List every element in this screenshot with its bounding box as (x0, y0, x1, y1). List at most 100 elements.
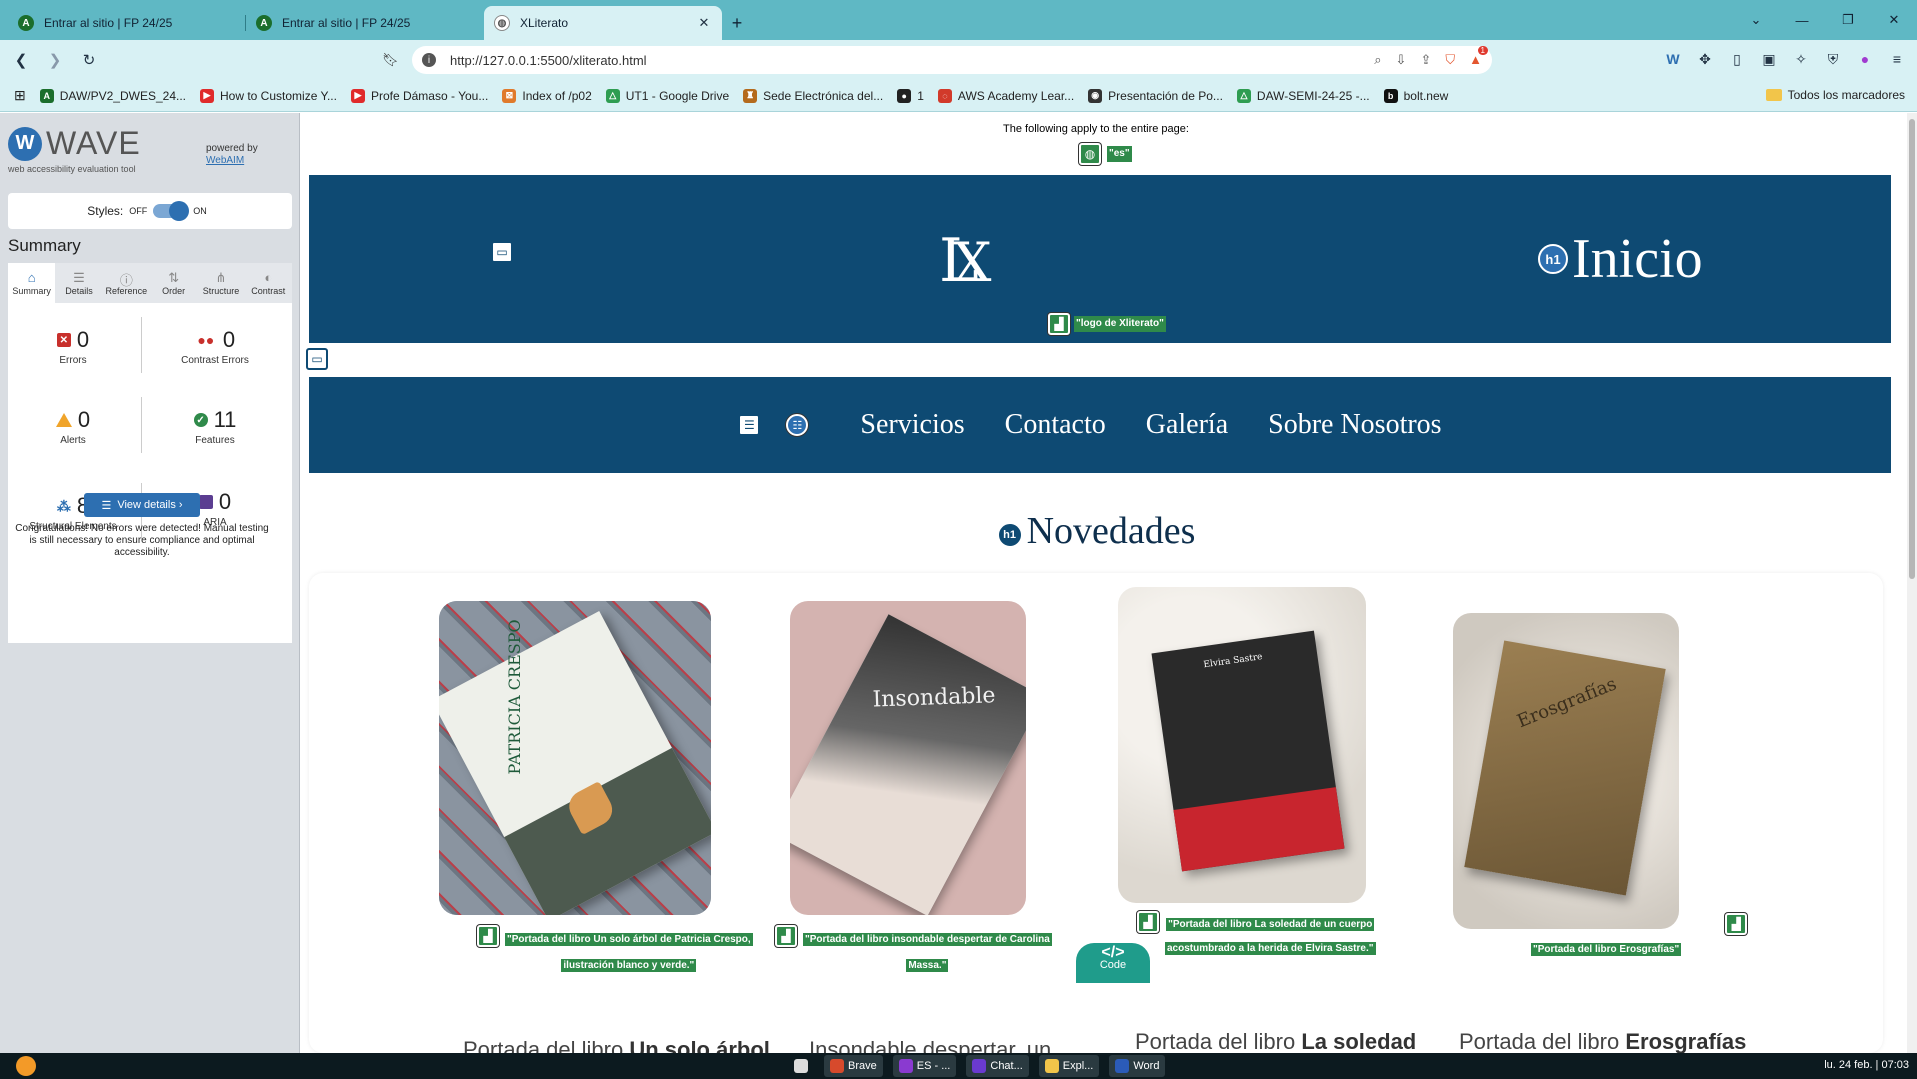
navigation-region-icon[interactable]: ☰ (738, 414, 761, 436)
zoom-icon[interactable]: ⌕ (1374, 52, 1381, 68)
image-icon[interactable]: ▟ (1137, 911, 1159, 933)
features-stat[interactable]: ✓ 11 Features (150, 407, 280, 446)
summary-heading: Summary (8, 236, 81, 255)
hero-title: Inicio (1572, 228, 1703, 290)
taskbar-explorer[interactable]: Expl... (1038, 1055, 1100, 1077)
brave-shield-icon[interactable]: ⛉ (1445, 52, 1455, 68)
tab-details[interactable]: ☰ Details (55, 263, 102, 303)
restore-icon[interactable]: ❐ (1825, 0, 1871, 40)
taskbar-es[interactable]: ES - ... (892, 1055, 957, 1077)
bookmark-item[interactable]: ▶ Profe Dámaso - You... (350, 88, 488, 103)
book-card-image: Insondable (790, 601, 1026, 915)
back-icon[interactable]: ❮ (8, 47, 34, 73)
language-icon[interactable]: ◍ (1079, 143, 1101, 165)
styles-toggle[interactable] (153, 201, 190, 221)
all-bookmarks-folder[interactable]: Todos los marcadores (1765, 88, 1905, 102)
alerts-stat[interactable]: 0 Alerts (8, 407, 138, 446)
wallet-icon[interactable]: ▣ (1759, 48, 1779, 70)
nav-link-sobre-nosotros[interactable]: Sobre Nosotros (1268, 409, 1441, 441)
close-window-icon[interactable]: ✕ (1871, 0, 1917, 40)
book-alt-text: "Portada del libro Erosgrafías" (1531, 943, 1682, 956)
powered-by-label: powered by (206, 143, 258, 154)
os-taskbar: Brave ES - ... Chat... Expl... Word lu. … (0, 1053, 1917, 1079)
taskbar-label: Brave (848, 1060, 877, 1072)
close-tab-icon[interactable]: ✕ (696, 15, 712, 31)
image-icon[interactable]: ▟ (1048, 313, 1070, 335)
header-region-icon[interactable]: ▭ (491, 241, 513, 263)
main-region-icon[interactable]: ▭ (306, 348, 328, 370)
tab-xliterato[interactable]: ◍ XLiterato ✕ (484, 6, 722, 40)
wave-extension-icon[interactable]: W (1663, 48, 1683, 70)
taskbar-word[interactable]: Word (1109, 1055, 1166, 1077)
unordered-list-icon[interactable]: ☷ (786, 414, 809, 436)
site-info-icon[interactable]: i (422, 53, 436, 67)
scrollbar-thumb[interactable] (1909, 119, 1915, 579)
vpn-icon[interactable]: ⛨ (1823, 48, 1843, 70)
taskbar-chat[interactable]: Chat... (966, 1055, 1029, 1077)
profile-avatar[interactable]: ● (1855, 48, 1875, 70)
view-details-button[interactable]: ☰ View details › (84, 493, 200, 517)
webaim-link[interactable]: WebAIM (206, 155, 258, 167)
tab-reference[interactable]: ⓘ Reference (103, 263, 150, 303)
image-icon[interactable]: ▟ (1725, 913, 1748, 935)
nav-link-servicios[interactable]: Servicios (860, 409, 964, 441)
bookmark-item[interactable]: △ UT1 - Google Drive (605, 88, 729, 103)
code-view-button[interactable]: </> Code (1076, 943, 1150, 983)
image-icon[interactable]: ▟ (477, 925, 499, 947)
image-icon[interactable]: ▟ (775, 925, 797, 947)
bookmark-item[interactable]: b bolt.new (1383, 88, 1448, 103)
tab-order[interactable]: ⇅ Order (150, 263, 197, 303)
tab-structure[interactable]: ⋔ Structure (197, 263, 244, 303)
bookmark-label: How to Customize Y... (220, 88, 337, 103)
nav-link-galeria[interactable]: Galería (1146, 409, 1228, 441)
minimize-icon[interactable]: — (1779, 0, 1825, 40)
address-bar[interactable]: i http://127.0.0.1:5500/xliterato.html ⌕… (412, 46, 1492, 74)
bookmark-item[interactable]: △ DAW-SEMI-24-25 -... (1236, 88, 1370, 103)
h1-icon[interactable]: h1 (1538, 244, 1568, 274)
apps-icon[interactable]: ⊞ (14, 87, 26, 104)
tab-search-icon[interactable]: ⌄ (1733, 0, 1779, 40)
tab-contrast[interactable]: ◐ Contrast (245, 263, 292, 303)
book-card-image: PATRICIA CRESPO (439, 601, 711, 915)
folder-icon (1044, 1059, 1059, 1073)
url-text[interactable]: http://127.0.0.1:5500/xliterato.html (450, 53, 1374, 68)
nav-link-contacto[interactable]: Contacto (1005, 409, 1106, 441)
order-icon: ⇅ (168, 270, 180, 285)
new-tab-button[interactable]: + (722, 6, 752, 40)
bookmark-item[interactable]: ▶ How to Customize Y... (200, 88, 337, 103)
h1-icon[interactable]: h1 (996, 522, 1023, 548)
tab-fp-2[interactable]: A Entrar al sitio | FP 24/25 (246, 6, 484, 40)
tab-summary[interactable]: ⌂ Summary (8, 263, 56, 303)
bookmark-item[interactable]: ◌ AWS Academy Lear... (937, 88, 1074, 103)
bookmark-page-icon[interactable]: 🔖︎ (382, 52, 399, 68)
menu-icon[interactable]: ≡ (1887, 48, 1907, 70)
bookmark-item[interactable]: ⊠ Index of /p02 (502, 88, 592, 103)
page-scrollbar[interactable] (1907, 113, 1917, 1053)
bookmark-item[interactable]: A DAW/PV2_DWES_24... (39, 88, 186, 103)
forward-icon[interactable]: ❯ (42, 47, 68, 73)
weather-icon[interactable] (16, 1056, 36, 1076)
leo-ai-icon[interactable]: ✧ (1791, 48, 1811, 70)
extensions-icon[interactable]: ✥ (1695, 48, 1715, 70)
contrast-errors-stat[interactable]: ●● 0 Contrast Errors (150, 327, 280, 366)
bookmark-favicon-icon: △ (605, 88, 620, 103)
install-icon[interactable]: ⇩ (1396, 52, 1407, 68)
tab-fp-1[interactable]: A Entrar al sitio | FP 24/25 (8, 6, 246, 40)
tab-label: XLiterato (520, 16, 569, 30)
bookmark-item[interactable]: ● 1 (897, 88, 924, 103)
bookmark-favicon-icon: ◌ (937, 88, 952, 103)
brave-rewards-icon[interactable]: ▲ 1 (1469, 46, 1488, 68)
book-title: Portada del libro Erosgrafías (1459, 1029, 1746, 1053)
taskbar-file-explorer-icon[interactable] (788, 1055, 814, 1077)
share-icon[interactable]: ⇪ (1420, 52, 1431, 68)
taskbar-brave[interactable]: Brave (824, 1055, 883, 1077)
code-label: Code (1099, 959, 1127, 971)
errors-stat[interactable]: ✕ 0 Errors (8, 327, 138, 366)
reload-icon[interactable]: ↻ (76, 47, 102, 73)
bookmark-item[interactable]: ♜ Sede Electrónica del... (743, 88, 883, 103)
folder-icon (1765, 89, 1782, 101)
home-icon: ⌂ (27, 270, 36, 285)
list-icon: ☰ (73, 270, 85, 285)
bookmark-item[interactable]: ◉ Presentación de Po... (1088, 88, 1223, 103)
sidebar-icon[interactable]: ▯ (1727, 48, 1747, 70)
